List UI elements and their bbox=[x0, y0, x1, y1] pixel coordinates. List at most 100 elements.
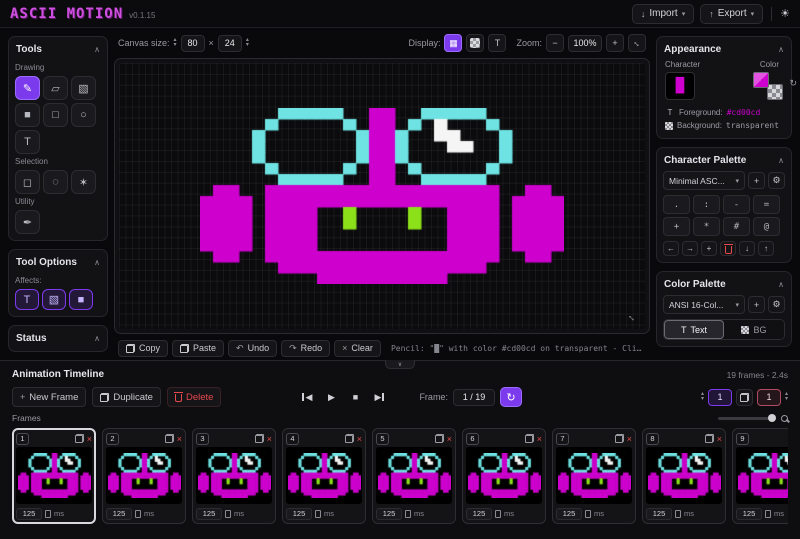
tool-select-rect[interactable]: ◻ bbox=[15, 170, 40, 194]
duplicate-frame-icon[interactable] bbox=[75, 434, 84, 443]
frame-card-7[interactable]: 7 × 125 ms bbox=[552, 428, 636, 524]
duplicate-frame-icon[interactable] bbox=[345, 434, 354, 443]
onion-next-input[interactable]: 1 bbox=[757, 389, 781, 406]
play-button[interactable]: ▶ bbox=[321, 387, 341, 407]
tool-eraser[interactable]: ▱ bbox=[43, 76, 68, 100]
tool-pencil[interactable]: ✎ bbox=[15, 76, 40, 100]
duplicate-frame-icon[interactable] bbox=[165, 434, 174, 443]
copy-button[interactable]: Copy bbox=[118, 340, 168, 357]
bg-mode-tab[interactable]: BG bbox=[724, 320, 784, 339]
fit-canvas-button[interactable]: ↔ bbox=[628, 34, 646, 52]
delete-frame-icon[interactable]: × bbox=[537, 434, 542, 444]
onion-prev-stepper[interactable]: ▴ ▾ bbox=[701, 392, 704, 402]
tool-text[interactable]: T bbox=[15, 130, 40, 154]
frames-zoom-slider[interactable] bbox=[718, 417, 776, 420]
character-preview[interactable]: █ bbox=[665, 72, 695, 100]
canvas-width-stepper[interactable]: ▴ ▾ bbox=[174, 38, 177, 48]
frame-thumbnail[interactable] bbox=[646, 447, 722, 504]
onion-next-stepper[interactable]: ▴ ▾ bbox=[785, 392, 788, 402]
resize-corner-icon[interactable]: ↔ bbox=[625, 310, 640, 325]
foreground-swatch[interactable] bbox=[753, 72, 769, 88]
frame-thumbnail[interactable] bbox=[376, 447, 452, 504]
onion-prev-input[interactable]: 1 bbox=[708, 389, 732, 406]
frame-duration-input[interactable]: 125 bbox=[466, 508, 492, 520]
export-button[interactable]: ↑ Export ▾ bbox=[700, 4, 763, 24]
frame-duration-input[interactable]: 125 bbox=[736, 508, 762, 520]
layers-button[interactable] bbox=[736, 389, 753, 406]
frame-duration-input[interactable]: 125 bbox=[646, 508, 672, 520]
color-palette-settings-button[interactable]: ⚙ bbox=[768, 296, 785, 313]
frame-thumbnail[interactable] bbox=[286, 447, 362, 504]
delete-frame-icon[interactable]: × bbox=[87, 434, 92, 444]
tool-eyedropper[interactable]: ✒ bbox=[15, 210, 40, 234]
frame-duration-input[interactable]: 125 bbox=[196, 508, 222, 520]
frame-card-3[interactable]: 3 × 125 ms bbox=[192, 428, 276, 524]
stop-button[interactable]: ■ bbox=[345, 387, 365, 407]
frame-thumbnail[interactable] bbox=[196, 447, 272, 504]
frame-card-4[interactable]: 4 × 125 ms bbox=[282, 428, 366, 524]
export-palette-button[interactable]: ↓ bbox=[739, 241, 755, 256]
tool-magic-wand[interactable]: ✶ bbox=[71, 170, 96, 194]
char-cell[interactable]: @ bbox=[753, 217, 780, 236]
undo-button[interactable]: ↶ Undo bbox=[228, 340, 277, 357]
frame-duration-input[interactable]: 125 bbox=[556, 508, 582, 520]
color-palette-header[interactable]: Color Palette ∧ bbox=[663, 278, 785, 295]
frame-thumbnail[interactable] bbox=[106, 447, 182, 504]
affects-block[interactable]: ■ bbox=[69, 289, 93, 310]
frame-duration-input[interactable]: 125 bbox=[16, 508, 42, 520]
drawing-canvas[interactable]: ↔ bbox=[119, 63, 645, 329]
char-cell[interactable]: : bbox=[693, 195, 720, 214]
duplicate-frame-button[interactable]: Duplicate bbox=[92, 387, 161, 407]
text-mode-tab[interactable]: T Text bbox=[664, 320, 724, 339]
delete-frame-icon[interactable]: × bbox=[447, 434, 452, 444]
zoom-in-button[interactable]: + bbox=[606, 34, 624, 52]
slider-thumb[interactable] bbox=[768, 414, 776, 422]
new-frame-button[interactable]: + New Frame bbox=[12, 387, 86, 407]
frame-card-6[interactable]: 6 × 125 ms bbox=[462, 428, 546, 524]
toggle-transparency-button[interactable] bbox=[466, 34, 484, 52]
color-preview[interactable]: ↻ bbox=[753, 72, 783, 100]
import-button[interactable]: ↓ Import ▾ bbox=[632, 4, 694, 24]
palette-settings-button[interactable]: ⚙ bbox=[768, 172, 785, 189]
tool-rect-outline[interactable]: □ bbox=[43, 103, 68, 127]
reset-colors-icon[interactable]: ↻ bbox=[789, 78, 797, 89]
duplicate-frame-icon[interactable] bbox=[705, 434, 714, 443]
frame-card-2[interactable]: 2 × 125 ms bbox=[102, 428, 186, 524]
frame-card-5[interactable]: 5 × 125 ms bbox=[372, 428, 456, 524]
canvas-height-input[interactable]: 24 bbox=[218, 35, 242, 52]
character-palette-select[interactable]: Minimal ASC... ▾ bbox=[663, 171, 745, 190]
char-cell[interactable]: = bbox=[753, 195, 780, 214]
affects-text[interactable]: T bbox=[15, 289, 39, 310]
delete-frame-icon[interactable]: × bbox=[357, 434, 362, 444]
canvas-height-stepper[interactable]: ▴ ▾ bbox=[246, 38, 249, 48]
add-palette-button[interactable]: + bbox=[748, 172, 765, 189]
delete-frame-icon[interactable]: × bbox=[627, 434, 632, 444]
delete-frame-icon[interactable]: × bbox=[717, 434, 722, 444]
status-panel-header[interactable]: Status ∧ bbox=[15, 332, 101, 345]
tool-fill[interactable]: ▧ bbox=[71, 76, 96, 100]
paste-button[interactable]: Paste bbox=[172, 340, 224, 357]
frame-card-1[interactable]: 1 × 125 ms bbox=[12, 428, 96, 524]
theme-toggle-button[interactable]: ☀ bbox=[780, 7, 790, 20]
zoom-out-button[interactable]: − bbox=[546, 34, 564, 52]
skip-to-end-button[interactable]: ▶ bbox=[369, 387, 389, 407]
background-swatch[interactable] bbox=[767, 84, 783, 100]
frame-duration-input[interactable]: 125 bbox=[106, 508, 132, 520]
redo-button[interactable]: ↷ Redo bbox=[281, 340, 330, 357]
frame-duration-input[interactable]: 125 bbox=[286, 508, 312, 520]
duplicate-frame-icon[interactable] bbox=[435, 434, 444, 443]
skip-to-start-button[interactable]: ◀ bbox=[297, 387, 317, 407]
affects-fill[interactable]: ▧ bbox=[42, 289, 66, 310]
toggle-text-button[interactable]: T bbox=[488, 34, 506, 52]
clear-button[interactable]: × Clear bbox=[334, 340, 381, 357]
delete-frame-icon[interactable]: × bbox=[267, 434, 272, 444]
add-char-button[interactable]: + bbox=[701, 241, 717, 256]
frame-duration-input[interactable]: 125 bbox=[376, 508, 402, 520]
char-cell[interactable]: . bbox=[663, 195, 690, 214]
duplicate-frame-icon[interactable] bbox=[615, 434, 624, 443]
move-char-right-button[interactable]: → bbox=[682, 241, 698, 256]
char-cell[interactable]: # bbox=[723, 217, 750, 236]
tool-options-header[interactable]: Tool Options ∧ bbox=[15, 256, 101, 273]
tools-panel-header[interactable]: Tools ∧ bbox=[15, 43, 101, 60]
timeline-collapse-button[interactable]: ∨ bbox=[385, 360, 415, 369]
